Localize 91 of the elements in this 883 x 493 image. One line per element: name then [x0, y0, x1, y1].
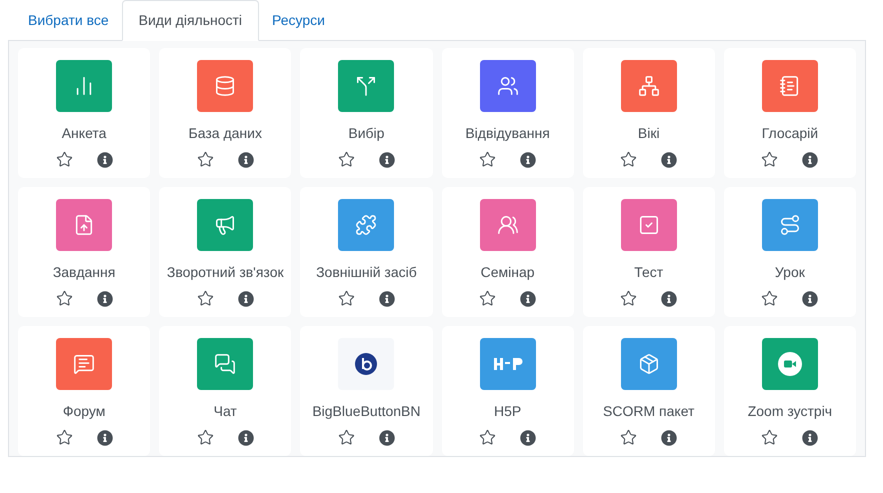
star-button[interactable]: [620, 290, 638, 307]
module-card[interactable]: База даних: [159, 48, 292, 178]
module-label: Завдання: [52, 263, 116, 282]
star-button[interactable]: [338, 290, 355, 307]
star-button[interactable]: [479, 290, 496, 307]
module-card[interactable]: Урок: [724, 187, 856, 317]
info-button[interactable]: [238, 290, 254, 307]
module-card[interactable]: Вікі: [582, 48, 715, 178]
tab[interactable]: Види діяльності: [122, 0, 260, 41]
module-label: Форум: [62, 402, 106, 421]
star-button[interactable]: [338, 151, 355, 168]
star-button[interactable]: [196, 290, 214, 307]
module-card[interactable]: BigBlueButtonBN: [300, 326, 432, 456]
notebook-icon: [778, 75, 801, 97]
info-button[interactable]: [238, 429, 254, 446]
tab[interactable]: Вибрати все: [15, 0, 122, 41]
info-button[interactable]: [378, 151, 395, 168]
star-button[interactable]: [338, 429, 355, 446]
info-button[interactable]: [520, 429, 536, 446]
module-card[interactable]: SCORM пакет: [582, 326, 715, 456]
network-icon: [638, 75, 660, 97]
puzzle-icon: [355, 214, 378, 236]
star-button[interactable]: [196, 151, 214, 168]
checkbox-icon: [638, 214, 660, 236]
module-label: SCORM пакет: [603, 402, 694, 421]
module-card[interactable]: Zoom зустріч: [724, 326, 856, 456]
star-button[interactable]: [196, 429, 214, 446]
module-card[interactable]: Завдання: [18, 187, 150, 317]
info-button[interactable]: [661, 429, 678, 446]
info-button[interactable]: [802, 290, 818, 307]
module-label: Відвідування: [465, 124, 550, 143]
info-button[interactable]: [378, 290, 395, 307]
module-card[interactable]: Глосарій: [724, 48, 856, 178]
module-label: База даних: [188, 124, 262, 143]
module-card[interactable]: Зовнішній засіб: [300, 187, 432, 317]
module-card[interactable]: Анкета: [18, 48, 150, 178]
module-label: Анкета: [62, 124, 106, 143]
tab[interactable]: Ресурси: [259, 0, 338, 41]
module-label: Зовнішній засіб: [316, 263, 417, 282]
module-label: Вікі: [638, 124, 660, 143]
module-card[interactable]: Форум: [18, 326, 150, 456]
people-icon: [496, 214, 519, 236]
star-button[interactable]: [56, 290, 73, 307]
info-button[interactable]: [96, 429, 113, 446]
module-card[interactable]: Відвідування: [442, 48, 574, 178]
module-card[interactable]: Тест: [582, 187, 715, 317]
module-card[interactable]: Семінар: [442, 187, 574, 317]
info-button[interactable]: [520, 290, 536, 307]
module-label: Зворотний зв'язок: [166, 263, 284, 282]
module-label: Семінар: [480, 263, 535, 282]
module-card[interactable]: Вибір: [300, 48, 432, 178]
megaphone-icon: [214, 214, 236, 236]
star-button[interactable]: [620, 151, 638, 168]
info-button[interactable]: [378, 429, 395, 446]
star-button[interactable]: [56, 429, 73, 446]
info-button[interactable]: [802, 429, 818, 446]
module-label: Zoom зустріч: [748, 402, 832, 421]
info-button[interactable]: [520, 151, 536, 168]
star-button[interactable]: [479, 429, 496, 446]
module-label: BigBlueButtonBN: [312, 402, 420, 421]
video-camera-icon: [776, 351, 803, 377]
info-button[interactable]: [96, 290, 113, 307]
star-button[interactable]: [761, 429, 778, 446]
module-card[interactable]: H5P: [442, 326, 574, 456]
logo-icon: [355, 353, 378, 375]
message-icon: [73, 353, 96, 375]
module-card[interactable]: Зворотний зв'язок: [159, 187, 292, 317]
module-label: Чат: [214, 402, 237, 421]
star-button[interactable]: [56, 151, 73, 168]
info-button[interactable]: [802, 151, 818, 168]
module-label: Тест: [634, 263, 664, 282]
info-button[interactable]: [96, 151, 113, 168]
module-label: Вибір: [348, 124, 384, 143]
star-button[interactable]: [761, 151, 778, 168]
database-icon: [214, 75, 236, 97]
info-button[interactable]: [661, 290, 678, 307]
module-label: Урок: [774, 263, 805, 282]
package-icon: [638, 353, 660, 375]
chat-bubbles-icon: [214, 353, 236, 375]
info-button[interactable]: [661, 151, 678, 168]
signpost-icon: [355, 75, 378, 97]
logo-icon: [492, 356, 523, 372]
star-button[interactable]: [620, 429, 638, 446]
route-icon: [778, 214, 801, 236]
module-label: Глосарій: [762, 124, 818, 143]
info-button[interactable]: [238, 151, 254, 168]
star-button[interactable]: [761, 290, 778, 307]
people-icon: [496, 75, 519, 97]
module-card[interactable]: Чат: [159, 326, 292, 456]
module-label: H5P: [494, 402, 522, 421]
star-button[interactable]: [479, 151, 496, 168]
